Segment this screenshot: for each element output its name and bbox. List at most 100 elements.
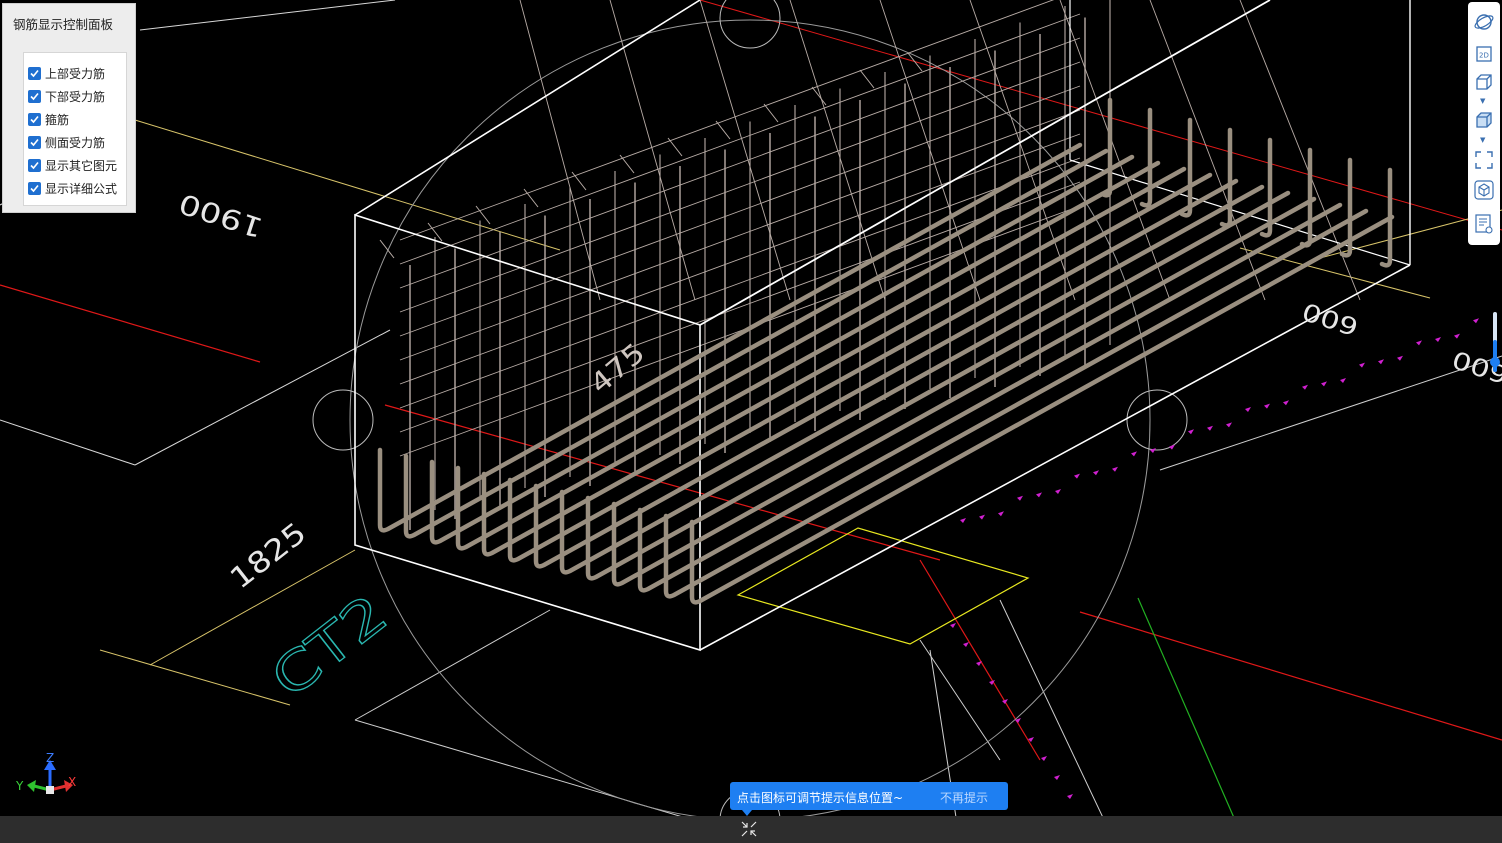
chevron-down-icon[interactable]: ▼ xyxy=(1480,97,1485,105)
rebar-option-list: 上部受力筋 下部受力筋 箍筋 侧面受力筋 显示其它图元 显示详细公式 xyxy=(23,52,127,206)
rebar-tick xyxy=(475,205,491,225)
stirrup-link xyxy=(399,61,1081,313)
checkbox-checked-icon[interactable] xyxy=(28,159,41,172)
stirrup-link xyxy=(609,0,696,301)
panel-title: 钢筋显示控制面板 xyxy=(13,17,114,32)
rebar-3d-scene[interactable]: 1900 1825 600 600 475 CT2 Z X Y xyxy=(0,0,1502,843)
marker-dot xyxy=(1454,333,1460,339)
option-side-rebar[interactable]: 侧面受力筋 xyxy=(24,131,126,154)
checkbox-checked-icon[interactable] xyxy=(28,67,41,80)
construction-line xyxy=(139,0,396,31)
checkbox-checked-icon[interactable] xyxy=(28,90,41,103)
marker-dot xyxy=(1473,318,1479,324)
hint-tooltip: 点击图标可调节提示信息位置~ 不再提示 xyxy=(730,782,1008,816)
marker-dot xyxy=(1041,756,1047,761)
option-stirrup[interactable]: 箍筋 xyxy=(24,108,126,131)
rebar-hook xyxy=(1379,167,1393,268)
marker-dot xyxy=(1321,381,1327,387)
chevron-down-icon[interactable]: ▼ xyxy=(1480,136,1485,144)
grip-circle xyxy=(1126,389,1188,451)
3d-solid-icon xyxy=(1476,112,1492,128)
option-show-detailed-formula[interactable]: 显示详细公式 xyxy=(24,177,126,200)
rebar-tick xyxy=(619,154,635,174)
marker-dot xyxy=(1340,378,1346,383)
option-label: 显示详细公式 xyxy=(45,182,118,196)
y-axis-label: Y xyxy=(15,779,24,793)
construction-line xyxy=(134,329,391,466)
rebar-tick xyxy=(715,120,731,140)
3d-wireframe-button[interactable] xyxy=(1472,70,1496,94)
option-label: 侧面受力筋 xyxy=(45,136,106,150)
marker-dot xyxy=(1017,495,1023,501)
z-axis-label: Z xyxy=(46,751,54,765)
dimension-1825-label: 1825 xyxy=(224,517,312,596)
view-cube-icon xyxy=(1474,180,1494,200)
collapse-arrows-icon[interactable] xyxy=(740,820,758,838)
marker-dot xyxy=(1093,470,1099,476)
display-settings-button[interactable] xyxy=(1472,212,1496,236)
marker-dot xyxy=(1067,794,1073,799)
construction-line xyxy=(0,419,136,466)
marker-dot xyxy=(1074,473,1080,479)
checkbox-checked-icon[interactable] xyxy=(28,182,41,195)
rebar-tick xyxy=(763,103,779,123)
marker-dot xyxy=(1283,400,1289,406)
marker-dot xyxy=(1169,444,1175,450)
dimension-line xyxy=(1239,247,1431,299)
axis-origin xyxy=(46,786,54,794)
marker-dot xyxy=(1054,775,1060,780)
display-settings-icon xyxy=(1475,214,1493,234)
zoom-slider[interactable] xyxy=(1490,310,1500,376)
rebar-tick xyxy=(667,137,683,157)
marker-dot xyxy=(979,514,985,520)
construction-line xyxy=(929,649,961,843)
3d-solid-button[interactable] xyxy=(1472,108,1496,132)
grip-circle xyxy=(312,389,374,451)
axis-gizmo: Z X Y xyxy=(15,751,76,794)
bottom-rebar xyxy=(611,196,1317,587)
option-show-other-elements[interactable]: 显示其它图元 xyxy=(24,154,126,177)
view-cube-button[interactable] xyxy=(1472,178,1496,202)
checkbox-checked-icon[interactable] xyxy=(28,113,41,126)
stirrup-link xyxy=(519,0,601,301)
bottom-rebar xyxy=(663,208,1369,599)
marker-dot xyxy=(1302,384,1308,390)
marker-dot xyxy=(1435,337,1441,342)
option-label: 箍筋 xyxy=(45,113,70,127)
hint-pointer xyxy=(742,810,752,816)
grid-axis-line xyxy=(1079,611,1502,741)
marker-dot xyxy=(1397,355,1403,361)
marker-dot xyxy=(1112,466,1118,472)
dimension-600-label: 600 xyxy=(1299,296,1362,340)
pile-cap-edge xyxy=(354,0,701,216)
fit-view-button[interactable] xyxy=(1472,148,1496,172)
option-label: 上部受力筋 xyxy=(45,67,106,81)
y-axis-arrow xyxy=(27,780,36,792)
checkbox-checked-icon[interactable] xyxy=(28,136,41,149)
marker-dot xyxy=(1055,489,1061,494)
option-label: 显示其它图元 xyxy=(45,159,118,173)
marker-dot xyxy=(1002,699,1008,704)
dimension-475-label: 475 xyxy=(584,337,651,401)
marker-dot xyxy=(1245,407,1251,412)
option-bottom-rebar[interactable]: 下部受力筋 xyxy=(24,85,126,108)
2d-view-icon: 2D xyxy=(1476,46,1492,62)
selection-outline xyxy=(736,527,1030,645)
stirrup-link xyxy=(399,37,1081,289)
marker-dot xyxy=(998,511,1004,517)
fit-view-icon xyxy=(1475,151,1493,169)
rebar-hook xyxy=(1099,97,1113,198)
3d-wireframe-icon xyxy=(1476,74,1492,90)
marker-dot xyxy=(1264,403,1270,409)
dont-show-again-link[interactable]: 不再提示 xyxy=(940,789,988,806)
dimension-line xyxy=(99,649,291,706)
orbit-button[interactable] xyxy=(1472,10,1496,34)
bottom-rebar xyxy=(689,214,1395,605)
option-top-rebar[interactable]: 上部受力筋 xyxy=(24,62,126,85)
stirrup-link xyxy=(969,0,1076,301)
orbit-icon xyxy=(1474,14,1494,30)
option-label: 下部受力筋 xyxy=(45,90,106,104)
cad-3d-viewport[interactable]: 1900 1825 600 600 475 CT2 Z X Y xyxy=(0,0,1502,843)
2d-view-button[interactable]: 2D xyxy=(1472,42,1496,66)
marker-dot xyxy=(1378,359,1384,365)
